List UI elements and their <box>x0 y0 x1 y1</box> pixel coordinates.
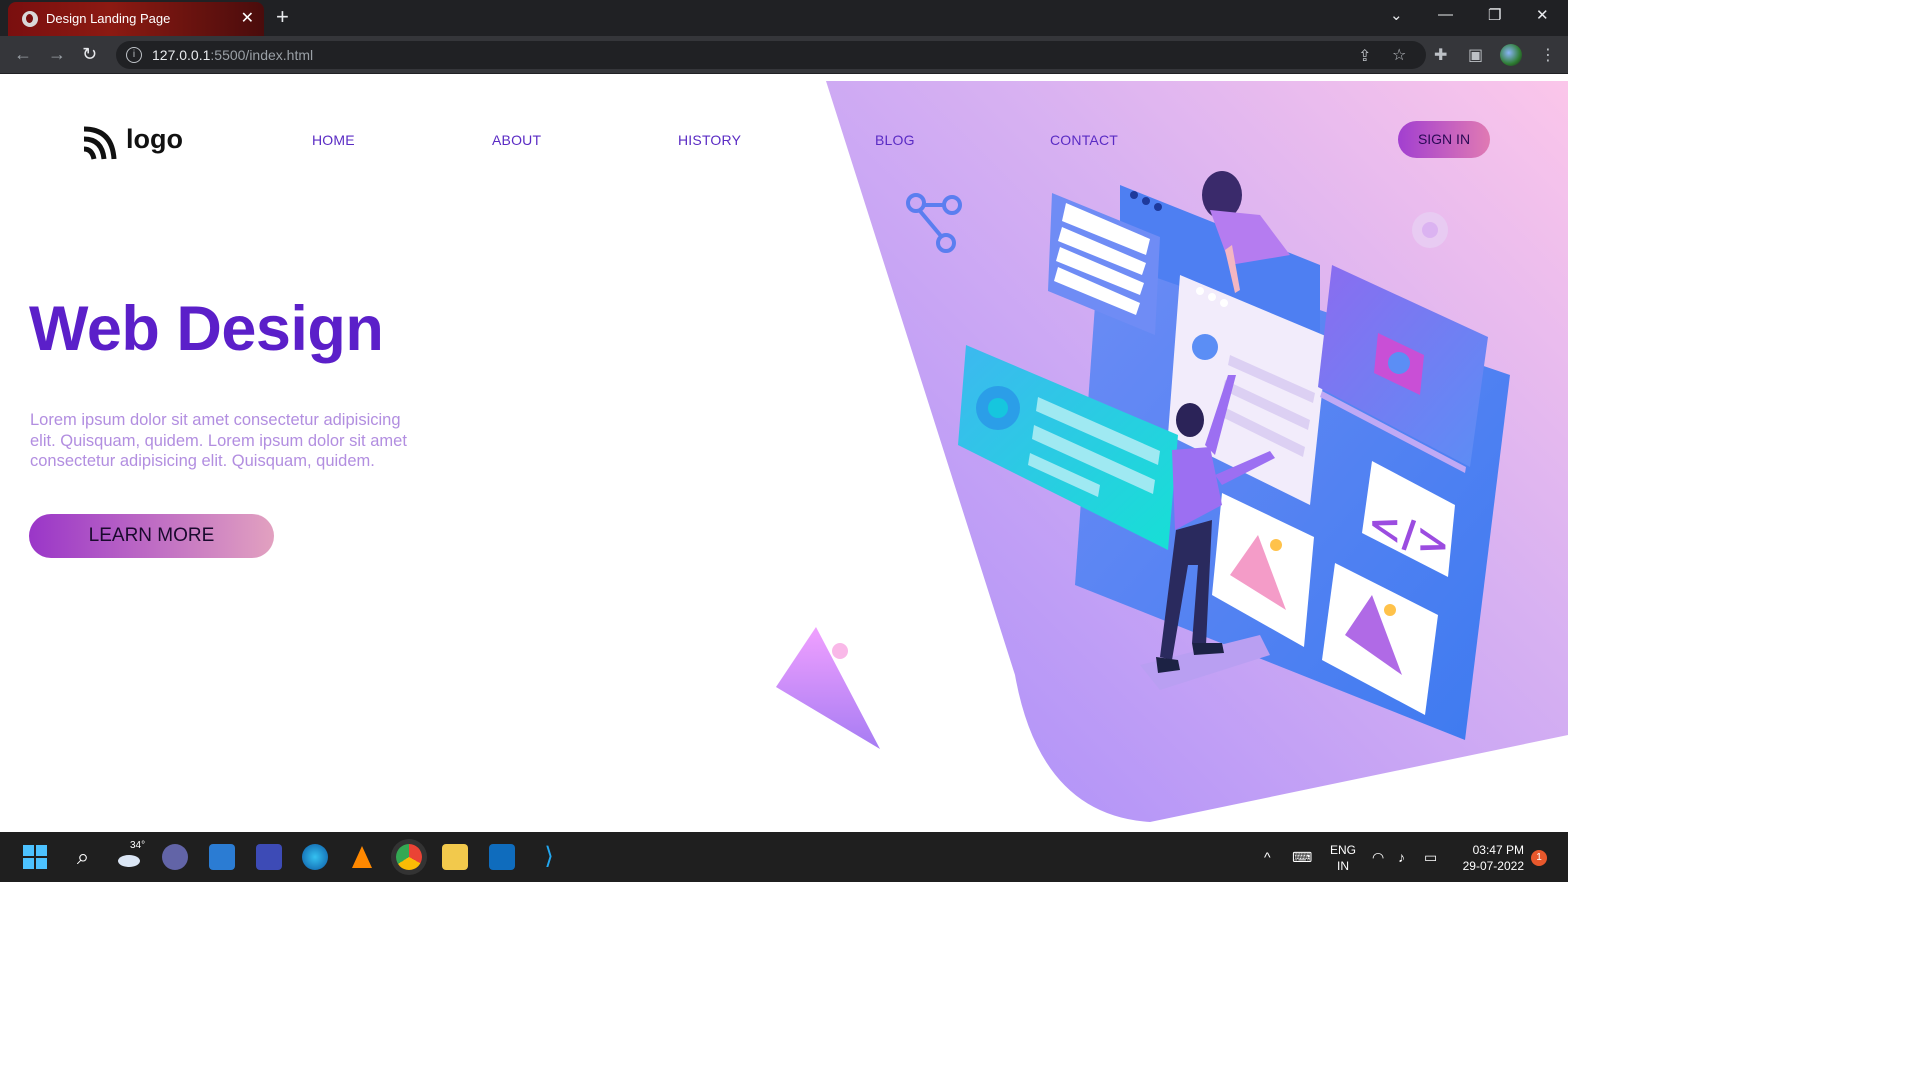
clock[interactable]: 03:47 PM 29-07-2022 <box>1452 842 1524 874</box>
restore-icon[interactable]: ❐ <box>1488 6 1501 24</box>
menu-icon[interactable]: ⋮ <box>1540 45 1556 65</box>
notification-badge[interactable]: 1 <box>1531 850 1547 866</box>
new-tab-icon[interactable]: + <box>276 4 289 30</box>
chrome-icon[interactable] <box>396 844 422 870</box>
nav-link-history[interactable]: HISTORY <box>678 132 741 148</box>
nav-link-home[interactable]: HOME <box>312 132 355 148</box>
forward-icon[interactable]: → <box>48 44 66 65</box>
back-icon[interactable]: ← <box>14 44 32 65</box>
share-icon[interactable]: ⇪ <box>1358 46 1371 66</box>
side-panel-icon[interactable]: ▣ <box>1468 45 1483 65</box>
mail-icon[interactable] <box>209 844 235 870</box>
wifi-icon[interactable]: ◠ <box>1372 844 1398 870</box>
clock-time: 03:47 PM <box>1472 843 1524 857</box>
file-explorer-icon[interactable] <box>442 844 468 870</box>
learn-more-button[interactable]: LEARN MORE <box>29 514 274 558</box>
logo-text[interactable]: logo <box>126 124 183 155</box>
region-code: IN <box>1337 859 1349 873</box>
store-icon[interactable] <box>489 844 515 870</box>
windows-taskbar: ⌕ 34° ⟩ ^ ⌨ ENG IN ◠ ♪ ▭ 03:47 PM 29-07-… <box>0 832 1568 882</box>
close-tab-icon[interactable]: ✕ <box>241 8 254 28</box>
minimize-icon[interactable]: — <box>1438 6 1453 23</box>
logo-icon[interactable] <box>82 125 118 161</box>
vlc-icon[interactable] <box>349 844 375 870</box>
nav-link-blog[interactable]: BLOG <box>875 132 915 148</box>
language-code: ENG <box>1330 843 1357 857</box>
search-icon[interactable]: ⌕ <box>70 844 96 870</box>
chat-icon[interactable] <box>162 844 188 870</box>
keyboard-icon[interactable]: ⌨ <box>1292 844 1318 870</box>
volume-icon[interactable]: ♪ <box>1398 844 1424 870</box>
edge-icon[interactable] <box>302 844 328 870</box>
start-icon[interactable] <box>22 844 48 870</box>
sign-in-button[interactable]: SIGN IN <box>1398 121 1490 158</box>
hero-title: Web Design <box>29 294 384 364</box>
extensions-icon[interactable]: ✚ <box>1434 45 1447 65</box>
bookmark-star-icon[interactable]: ☆ <box>1392 45 1406 65</box>
browser-tab-bar: Design Landing Page ✕ + ⌄ — ❐ ✕ <box>0 0 1568 36</box>
chevron-up-icon[interactable]: ^ <box>1264 844 1290 870</box>
site-info-icon[interactable]: i <box>126 47 142 63</box>
page-viewport: </> logo HOME ABOUT HISTORY BLOG CONTACT… <box>0 75 1568 832</box>
tab-search-icon[interactable]: ⌄ <box>1390 6 1403 24</box>
tab-title: Design Landing Page <box>46 11 171 26</box>
url-text: 127.0.0.1:5500/index.html <box>152 47 314 63</box>
browser-tab[interactable]: Design Landing Page ✕ <box>8 2 264 36</box>
vscode-icon[interactable]: ⟩ <box>536 844 562 870</box>
url-input[interactable]: i 127.0.0.1:5500/index.html ⇪ ☆ <box>116 41 1426 69</box>
address-bar-row: ← → ↻ i 127.0.0.1:5500/index.html ⇪ ☆ ✚ … <box>0 36 1568 74</box>
clock-date: 29-07-2022 <box>1462 859 1524 873</box>
reload-icon[interactable]: ↻ <box>82 44 97 65</box>
gear-icon <box>1412 212 1448 248</box>
weather-icon[interactable]: 34° <box>116 840 146 870</box>
close-window-icon[interactable]: ✕ <box>1536 6 1549 24</box>
nav-link-contact[interactable]: CONTACT <box>1050 132 1118 148</box>
battery-icon[interactable]: ▭ <box>1424 844 1450 870</box>
profile-avatar[interactable] <box>1500 44 1522 66</box>
favicon-icon <box>22 11 38 27</box>
weather-temp: 34° <box>130 840 146 851</box>
hero-description: Lorem ipsum dolor sit amet consectetur a… <box>30 411 407 470</box>
nav-link-about[interactable]: ABOUT <box>492 132 541 148</box>
mountain-decoration-icon <box>776 627 880 749</box>
whiteboard-icon[interactable] <box>256 844 282 870</box>
language-indicator[interactable]: ENG IN <box>1330 842 1356 874</box>
